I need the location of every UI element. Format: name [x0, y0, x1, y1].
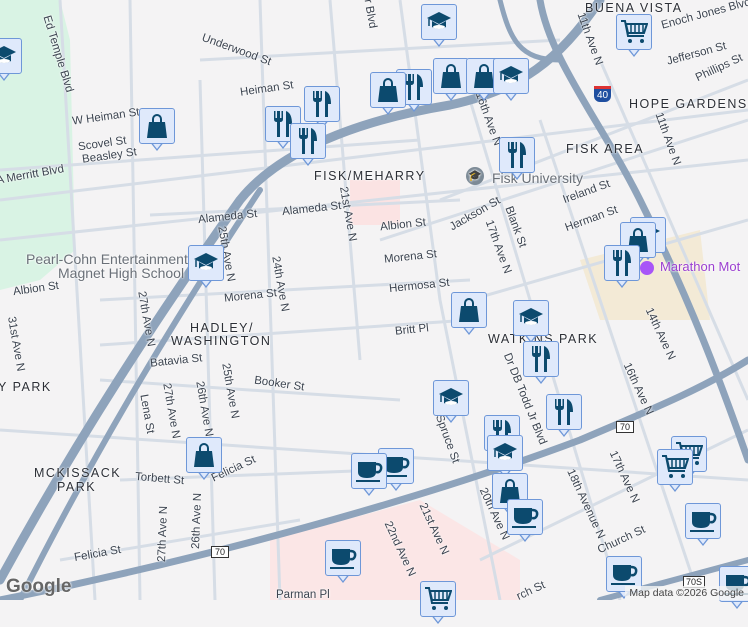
cafe-marker[interactable] — [685, 503, 721, 549]
restaurant-marker[interactable] — [499, 137, 535, 183]
school-icon — [487, 435, 523, 471]
school-marker[interactable] — [433, 380, 469, 426]
grocery-marker[interactable] — [420, 581, 456, 627]
grocery-icon — [657, 449, 693, 485]
grocery-icon — [420, 581, 456, 617]
restaurant-icon — [604, 245, 640, 281]
school-marker[interactable] — [513, 300, 549, 346]
grocery-marker[interactable] — [616, 14, 652, 60]
street-label: Parman Pl — [276, 589, 330, 601]
shopping-marker[interactable] — [433, 58, 469, 104]
shopping-marker[interactable] — [370, 72, 406, 118]
restaurant-icon — [499, 137, 535, 173]
us-70-shield: 70 — [616, 421, 635, 433]
area-label: FISK/MEHARRY — [314, 169, 426, 183]
restaurant-marker[interactable] — [523, 341, 559, 387]
school-marker[interactable] — [188, 245, 224, 291]
shopping-icon — [433, 58, 469, 94]
grocery-marker[interactable] — [657, 449, 693, 495]
poi-label-pearl-cohn[interactable]: Magnet High School — [58, 265, 184, 281]
area-label: MCKISSACK — [34, 466, 122, 480]
cafe-marker[interactable] — [325, 540, 361, 586]
area-label: HOPE GARDENS — [629, 97, 748, 111]
cafe-icon — [507, 499, 543, 535]
shopping-icon — [186, 437, 222, 473]
school-icon — [493, 58, 529, 94]
school-marker[interactable] — [421, 4, 457, 50]
school-marker[interactable] — [0, 38, 22, 84]
school-icon — [513, 300, 549, 336]
shopping-icon — [139, 108, 175, 144]
area-label: WASHINGTON — [171, 334, 272, 348]
restaurant-icon — [290, 123, 326, 159]
shopping-marker[interactable] — [139, 108, 175, 154]
shopping-marker[interactable] — [186, 437, 222, 483]
school-icon — [0, 38, 22, 74]
cafe-icon — [351, 453, 387, 489]
poi-label-marathon[interactable]: Marathon Mot — [660, 259, 740, 274]
school-icon — [433, 380, 469, 416]
school-icon — [421, 4, 457, 40]
map-attribution[interactable]: Map data ©2026 Google — [625, 586, 748, 600]
area-label: PARK — [57, 480, 97, 494]
school-icon — [188, 245, 224, 281]
shopping-icon — [370, 72, 406, 108]
us-70-shield: 70 — [211, 546, 230, 558]
cafe-marker[interactable] — [351, 453, 387, 499]
restaurant-icon — [546, 394, 582, 430]
interstate-40-shield: 40 — [594, 86, 612, 102]
area-label: FISK AREA — [566, 142, 645, 156]
cafe-icon — [685, 503, 721, 539]
restaurant-icon — [304, 86, 340, 122]
shopping-marker[interactable] — [451, 292, 487, 338]
area-label-buena-vista: BUENA VISTA — [585, 1, 683, 15]
restaurant-marker[interactable] — [546, 394, 582, 440]
school-marker[interactable] — [493, 58, 529, 104]
street-label: 27th Ave N — [156, 505, 171, 563]
google-logo: Google — [6, 576, 72, 597]
university-icon: 🎓 — [466, 167, 484, 185]
area-label: HADLEY/ — [190, 321, 254, 335]
restaurant-marker[interactable] — [290, 123, 326, 169]
grocery-icon — [616, 14, 652, 50]
restaurant-icon — [523, 341, 559, 377]
cafe-marker[interactable] — [507, 499, 543, 545]
area-label: Y PARK — [0, 380, 52, 394]
street-label: 26th Ave N — [190, 492, 205, 550]
restaurant-marker[interactable] — [604, 245, 640, 291]
cafe-icon — [325, 540, 361, 576]
shopping-icon — [451, 292, 487, 328]
